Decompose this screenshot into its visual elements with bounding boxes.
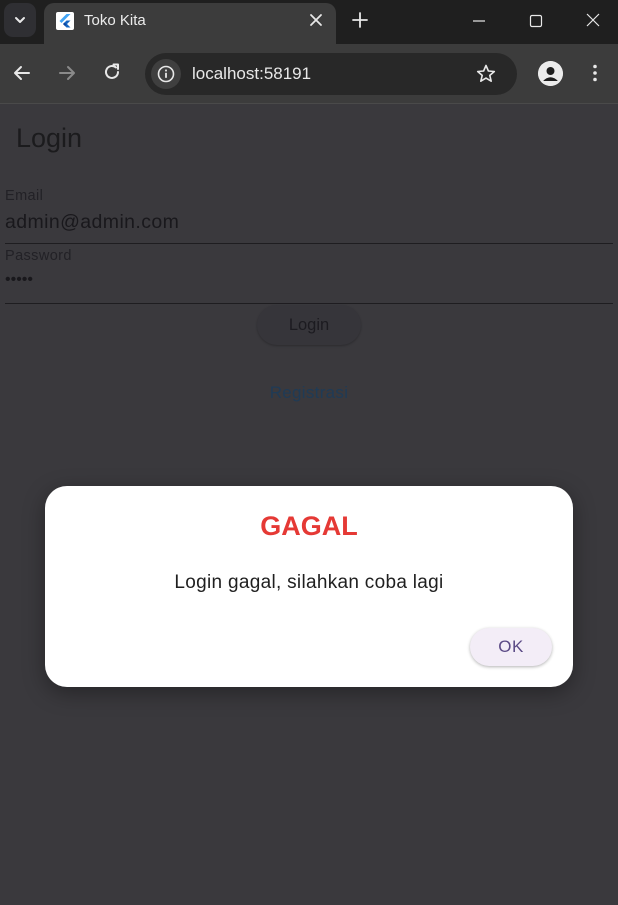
- site-info-button[interactable]: [151, 59, 181, 89]
- password-label: Password: [5, 248, 72, 264]
- email-underline: [5, 243, 613, 244]
- tab-search-button[interactable]: [4, 3, 36, 37]
- maximize-icon[interactable]: [525, 10, 547, 32]
- kebab-menu-icon[interactable]: [584, 62, 606, 84]
- address-bar[interactable]: localhost:58191: [145, 53, 517, 95]
- dialog-message: Login gagal, silahkan coba lagi: [174, 572, 444, 593]
- email-label: Email: [5, 188, 44, 204]
- page-title: Login: [16, 123, 83, 153]
- info-icon: [157, 65, 175, 83]
- tab-title: Toko Kita: [84, 12, 146, 29]
- browser-tab[interactable]: Toko Kita: [44, 3, 336, 44]
- chevron-down-icon: [15, 17, 25, 23]
- email-field[interactable]: admin@admin.com: [5, 211, 179, 234]
- star-icon[interactable]: [475, 63, 497, 85]
- url-text[interactable]: localhost:58191: [192, 64, 311, 84]
- forward-arrow-icon[interactable]: [56, 62, 78, 84]
- login-button[interactable]: Login: [257, 305, 361, 345]
- minimize-icon[interactable]: [468, 10, 490, 32]
- password-underline: [5, 303, 613, 304]
- dialog-title: GAGAL: [260, 511, 358, 541]
- profile-icon: [538, 61, 563, 86]
- back-arrow-icon[interactable]: [11, 62, 33, 84]
- close-icon[interactable]: [307, 11, 325, 29]
- browser-toolbar: localhost:58191: [0, 44, 618, 104]
- tab-strip: Toko Kita: [0, 0, 618, 44]
- error-dialog: GAGAL Login gagal, silahkan coba lagi OK: [45, 486, 573, 687]
- register-link[interactable]: Registrasi: [0, 383, 618, 403]
- plus-icon[interactable]: [350, 10, 370, 30]
- flutter-icon: [56, 12, 74, 30]
- ok-button[interactable]: OK: [470, 628, 552, 666]
- password-field[interactable]: •••••: [5, 271, 33, 289]
- profile-button[interactable]: [538, 61, 563, 86]
- window-close-icon[interactable]: [582, 9, 604, 31]
- reload-icon[interactable]: [101, 61, 123, 83]
